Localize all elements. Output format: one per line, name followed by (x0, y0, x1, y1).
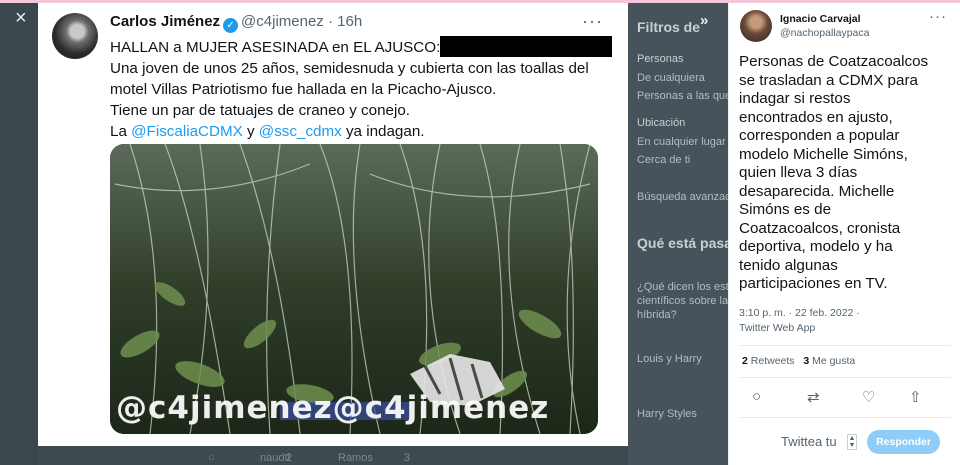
tweet-line-3: Tiene un par de tatuajes de craneo y con… (110, 102, 411, 119)
share-icon[interactable]: ⇧ (909, 388, 922, 406)
tweet-header: Carlos Jiménez ✓ @c4jimenez · 16h (110, 13, 362, 33)
retweets-label[interactable]: Retweets (751, 355, 795, 367)
reply-button[interactable]: Responder (867, 430, 940, 454)
tweet-headline: HALLAN a MUJER ASESINADA en EL AJUSCO: (110, 39, 441, 56)
mention-ssc[interactable]: @ssc_cdmx (259, 123, 342, 140)
reply-meta: 3:10 p. m. · 22 feb. 2022 · Twitter Web … (739, 306, 860, 336)
reply-line: indagar si restos (739, 90, 851, 107)
trend-1-line-2: científicos sobre la (637, 295, 728, 307)
reply-source[interactable]: Twitter Web App (739, 321, 860, 336)
likes-label[interactable]: Me gusta (812, 355, 855, 367)
location-option-anywhere: En cualquier lugar (637, 136, 726, 148)
reply-author-name[interactable]: Ignacio Carvajal (780, 13, 861, 25)
reply-line: modelo Michelle Simóns, (739, 145, 908, 163)
filters-title: Filtros de (637, 19, 701, 35)
reply-line: quien lleva 3 días (739, 164, 858, 181)
retweets-count[interactable]: 2 (742, 355, 748, 367)
background-left-column (0, 3, 38, 465)
tweet-photo[interactable]: @c4jimenez@c4jimenez (110, 144, 598, 434)
divider (739, 417, 951, 418)
mention-fiscalia[interactable]: @FiscaliaCDMX (131, 123, 243, 140)
photo-watermark: @c4jimenez@c4jimenez (116, 390, 550, 426)
reply-line: desaparecida. Michelle (739, 182, 895, 200)
verified-icon: ✓ (223, 18, 239, 33)
reply-author-handle[interactable]: @nachopallaypaca (780, 27, 869, 39)
reply-icon[interactable]: ○ (752, 388, 761, 405)
more-options-icon[interactable]: ··· (582, 11, 603, 32)
reply-line: corresponden a popular (739, 127, 900, 144)
people-option-following: Personas a las que sig (637, 90, 728, 102)
tweet-line-2: motel Villas Patriotismo fue hallada en … (110, 81, 497, 98)
location-option-near: Cerca de ti (637, 154, 691, 166)
reply-more-options-icon[interactable]: ··· (929, 8, 947, 25)
reply-line: encontrados en ajusto, (739, 108, 893, 126)
reply-line: tenido algunas (739, 256, 838, 274)
author-handle[interactable]: @c4jimenez (241, 13, 324, 30)
bg-reply-icon: ○ (208, 452, 215, 464)
trend-1-line-1: ¿Qué dicen los estu (637, 281, 728, 293)
side-tweet-panel: Ignacio Carvajal @nachopallaypaca ··· Pe… (728, 3, 960, 465)
bg-text-c: Ramos (338, 452, 373, 464)
close-icon[interactable]: × (15, 7, 27, 30)
divider (739, 377, 951, 378)
expand-icon[interactable]: » (700, 12, 708, 29)
redaction-bar (440, 36, 613, 57)
tweet-text: HALLAN a MUJER ASESINADA en EL AJUSCO: U… (110, 36, 613, 142)
likes-count[interactable]: 3 (803, 355, 809, 367)
background-feed-bottom: ○ naudtl 2 Ramos 3 (38, 446, 628, 465)
bg-count-d: 3 (404, 452, 411, 464)
reply-line: Simóns es de (739, 201, 832, 218)
reply-input-stepper[interactable]: ▲ ▼ (847, 434, 857, 450)
reply-author-avatar[interactable] (740, 10, 772, 42)
bg-count-b: 2 (286, 452, 293, 464)
location-label: Ubicación (637, 117, 686, 129)
background-sidebar: Filtros de Personas De cualquiera Person… (628, 3, 728, 465)
tweet-line-4-prefix: La (110, 123, 132, 140)
author-avatar[interactable] (52, 13, 98, 59)
like-icon[interactable]: ♡ (862, 388, 875, 406)
retweet-icon[interactable]: ⇄ (807, 388, 820, 406)
tweet-line-4-suffix: ya indagan. (341, 123, 425, 140)
reply-timestamp[interactable]: 3:10 p. m. · 22 feb. 2022 · (739, 306, 860, 321)
people-label: Personas (637, 53, 684, 65)
reply-stats: 2 Retweets 3 Me gusta (742, 355, 855, 367)
author-name[interactable]: Carlos Jiménez (110, 13, 220, 30)
tweet-line-4-joiner: y (242, 123, 259, 140)
trend-2: Louis y Harry (637, 353, 702, 365)
people-option-anyone: De cualquiera (637, 72, 705, 84)
tweet-time[interactable]: · 16h (328, 13, 362, 30)
tweet-card: Carlos Jiménez ✓ @c4jimenez · 16h ··· HALL… (38, 3, 628, 446)
reply-action-bar: ○ ⇄ ♡ ⇧ (729, 388, 960, 408)
reply-line: Personas de Coatzacoalcos (739, 53, 929, 70)
advanced-search-link: Búsqueda avanzada (637, 191, 728, 203)
reply-line: se trasladan a CDMX para (739, 71, 918, 89)
tweet-line-4: La @FiscaliaCDMX y @ssc_cdmx ya indagan. (110, 121, 610, 142)
reply-line: participaciones en TV. (739, 275, 888, 292)
trend-3: Harry Styles (637, 408, 697, 420)
reply-line: Coatzacoalcos, cronista (739, 219, 901, 237)
trends-title: Qué está pasa (637, 235, 728, 251)
reply-line: deportiva, modelo y ha (739, 238, 893, 255)
reply-input[interactable]: Twittea tu (781, 434, 837, 449)
tweet-line-1: Una joven de unos 25 años, semidesnuda y… (110, 60, 589, 77)
reply-tweet-text: Personas de Coatzacoalcos se trasladan a… (739, 53, 955, 294)
trend-1-line-3: híbrida? (637, 309, 677, 321)
divider (739, 345, 951, 346)
